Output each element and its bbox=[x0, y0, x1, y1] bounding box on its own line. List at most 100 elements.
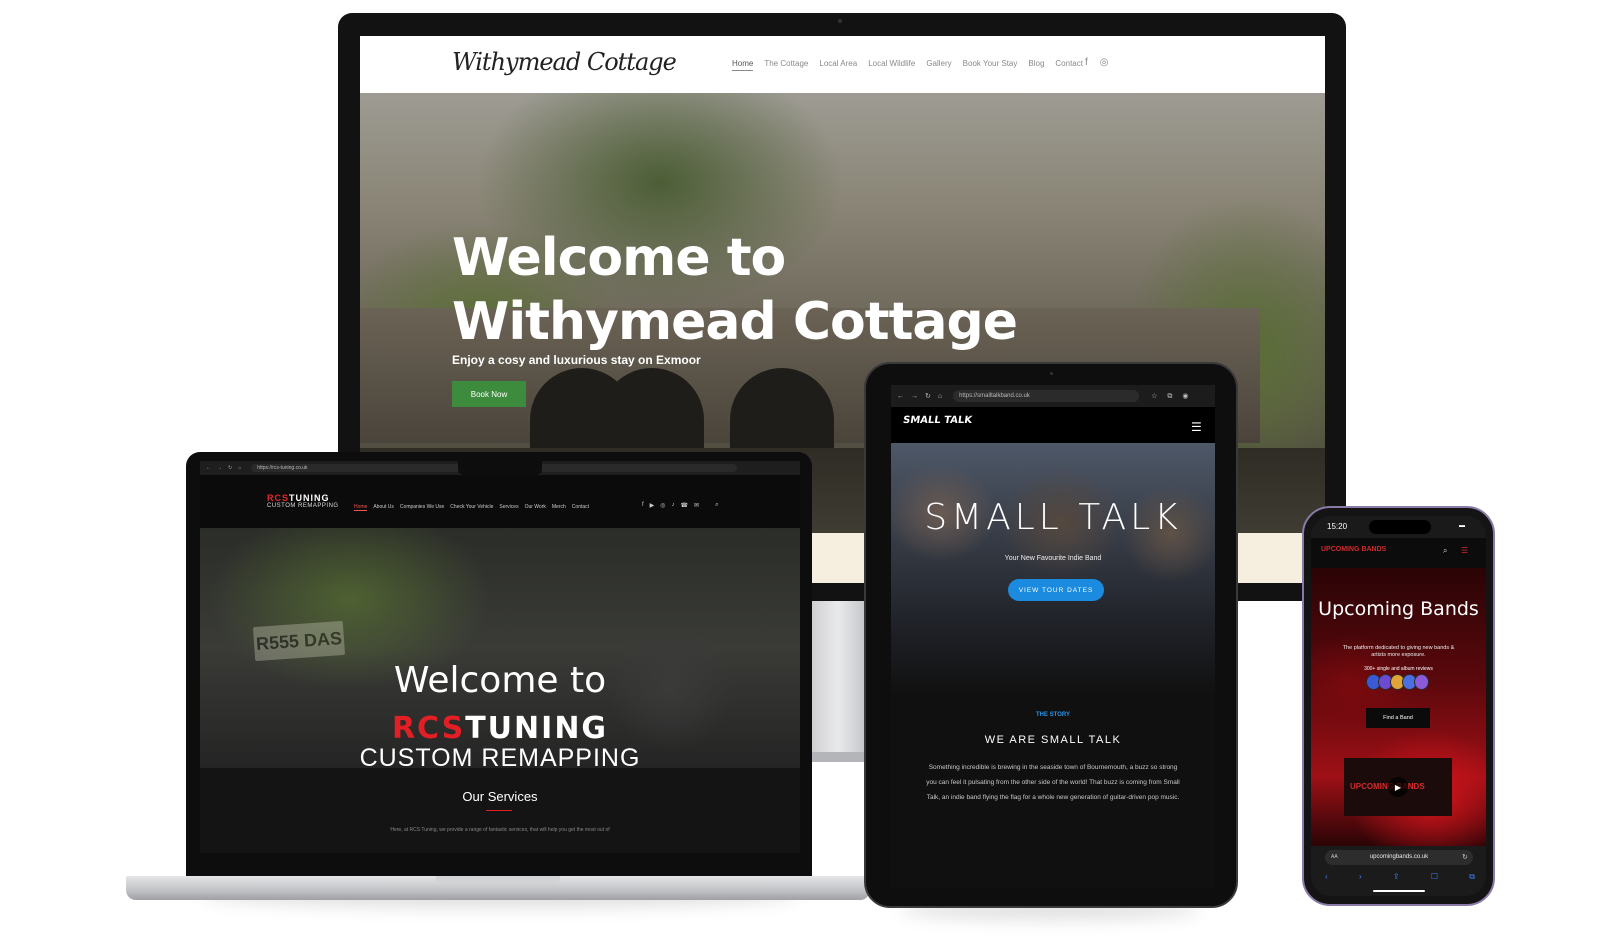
safari-nav-bar: ‹ › ⇪ ☐ ⧉ bbox=[1325, 872, 1475, 882]
site-logo[interactable]: SMALL TALK bbox=[902, 415, 973, 426]
tablet-screen: ←→↻⌂ https://smalltalkband.co.uk ☆⧉◉ SMA… bbox=[891, 385, 1215, 889]
hero-title: Welcome to Withymead Cottage bbox=[452, 228, 1018, 352]
story-heading: WE ARE SMALL TALK bbox=[984, 734, 1122, 746]
search-icon[interactable]: ⌕ bbox=[1443, 546, 1447, 556]
hamburger-menu-icon[interactable]: ☰ bbox=[1191, 420, 1202, 434]
hamburger-menu-icon[interactable]: ☰ bbox=[1461, 546, 1468, 555]
site-header: SMALL TALK ☰ bbox=[891, 407, 1215, 443]
home-indicator bbox=[1373, 890, 1425, 892]
laptop-notch bbox=[458, 461, 542, 475]
nav-about-us[interactable]: About Us bbox=[373, 504, 394, 511]
browser-toolbar: ←→↻⌂ https://smalltalkband.co.uk ☆⧉◉ bbox=[891, 385, 1215, 407]
monitor-stand-base bbox=[812, 752, 864, 762]
phone: 15:20 ▬ UPCOMING BANDS ⌕ ☰ Upcoming Band… bbox=[1302, 506, 1495, 906]
nav-the-cottage[interactable]: The Cottage bbox=[764, 59, 808, 71]
site-header: Withymead Cottage Home The Cottage Local… bbox=[360, 36, 1325, 93]
camera bbox=[1050, 372, 1053, 375]
nav-blog[interactable]: Blog bbox=[1028, 59, 1044, 71]
monitor-stand bbox=[812, 600, 864, 755]
hero-section: R555 DAS Welcome to RCSTUNING CUSTOM REM… bbox=[200, 528, 800, 772]
logo-subtitle: CUSTOM REMAPPING bbox=[267, 503, 339, 509]
nav-check-your-vehicle[interactable]: Check Your Vehicle bbox=[450, 504, 493, 511]
number-plate: R555 DAS bbox=[252, 620, 346, 662]
browser-nav-icons[interactable]: ←→↻⌂ bbox=[897, 392, 949, 400]
hero-brand: RCSTUNING bbox=[200, 714, 800, 744]
hero-title: Upcoming Bands bbox=[1318, 598, 1479, 620]
phone-screen: 15:20 ▬ UPCOMING BANDS ⌕ ☰ Upcoming Band… bbox=[1311, 516, 1486, 896]
reload-icon[interactable]: ↻ bbox=[1462, 853, 1468, 861]
site-logo[interactable]: Withymead Cottage bbox=[452, 48, 677, 76]
hero-subtitle: Enjoy a cosy and luxurious stay on Exmoo… bbox=[452, 353, 701, 367]
site-header: RCSTUNING CUSTOM REMAPPING Home About Us… bbox=[200, 475, 800, 528]
safari-toolbar: upcomingbands.co.uk AA ↻ ‹ › ⇪ ☐ ⧉ bbox=[1311, 846, 1486, 896]
hero-brand-rcs: RCS bbox=[391, 711, 466, 746]
nav-contact[interactable]: Contact bbox=[572, 504, 589, 511]
address-bar[interactable]: upcomingbands.co.uk bbox=[1325, 850, 1473, 865]
bookmarks-icon[interactable]: ☐ bbox=[1431, 872, 1438, 882]
nav-gallery[interactable]: Gallery bbox=[926, 59, 951, 71]
status-time: 15:20 bbox=[1327, 522, 1348, 531]
view-tour-dates-button[interactable]: VIEW TOUR DATES bbox=[1008, 579, 1104, 601]
nav-home[interactable]: Home bbox=[354, 504, 368, 511]
laptop-screen: ←→↻⌂ https://rcs-tuning.co.uk RCSTUNING … bbox=[200, 461, 800, 853]
back-icon[interactable]: ‹ bbox=[1325, 872, 1328, 882]
facebook-icon[interactable]: f bbox=[642, 502, 644, 509]
share-icon[interactable]: ⇪ bbox=[1393, 872, 1400, 882]
story-tag: THE STORY bbox=[1035, 712, 1070, 718]
address-bar[interactable]: https://smalltalkband.co.uk bbox=[953, 390, 1140, 402]
services-text: Here, at RCS Tuning, we provide a range … bbox=[390, 827, 610, 833]
play-icon[interactable]: ▶ bbox=[1388, 777, 1408, 797]
laptop: ←→↻⌂ https://rcs-tuning.co.uk RCSTUNING … bbox=[186, 452, 812, 876]
tablet: ←→↻⌂ https://smalltalkband.co.uk ☆⧉◉ SMA… bbox=[864, 362, 1238, 908]
facebook-icon[interactable]: f bbox=[1085, 57, 1088, 68]
main-nav: Home About Us Companies We Use Check You… bbox=[354, 504, 589, 511]
nav-merch[interactable]: Merch bbox=[552, 504, 566, 511]
hero-subtitle: The platform dedicated to giving new ban… bbox=[1342, 645, 1455, 658]
reader-settings-button[interactable]: AA bbox=[1331, 854, 1338, 860]
phone-icon[interactable]: ☎ bbox=[681, 502, 688, 509]
laptop-lip bbox=[436, 876, 560, 884]
nav-local-wildlife[interactable]: Local Wildlife bbox=[868, 59, 915, 71]
camera bbox=[838, 19, 842, 23]
email-icon[interactable]: ✉ bbox=[694, 502, 699, 509]
band-avatars bbox=[1366, 674, 1429, 690]
social-links: f ◎ bbox=[1085, 57, 1109, 68]
nav-home[interactable]: Home bbox=[732, 59, 754, 71]
site-header: UPCOMING BANDS ⌕ ☰ bbox=[1311, 538, 1486, 568]
search-icon[interactable]: ⌕ bbox=[715, 502, 718, 509]
hero-subtitle: Your New Favourite Indie Band bbox=[1004, 555, 1102, 562]
hero-brand-tuning: TUNING bbox=[465, 711, 609, 746]
nav-local-area[interactable]: Local Area bbox=[819, 59, 857, 71]
status-bar: 15:20 ▬ bbox=[1311, 516, 1486, 538]
browser-nav-icons[interactable]: ←→↻⌂ bbox=[206, 465, 247, 471]
book-now-button[interactable]: Book Now bbox=[452, 381, 526, 407]
nav-companies-we-use[interactable]: Companies We Use bbox=[400, 504, 444, 511]
hero-section: Upcoming Bands The platform dedicated to… bbox=[1311, 568, 1486, 846]
browser-action-icons[interactable]: ☆⧉◉ bbox=[1151, 392, 1198, 401]
hero-welcome: Welcome to bbox=[393, 660, 607, 701]
story-text: Something incredible is brewing in the s… bbox=[926, 764, 1180, 801]
find-a-band-button[interactable]: Find a Band bbox=[1366, 708, 1430, 728]
nav-contact[interactable]: Contact bbox=[1055, 59, 1083, 71]
forward-icon[interactable]: › bbox=[1359, 872, 1362, 882]
instagram-icon[interactable]: ◎ bbox=[660, 502, 665, 509]
hero-title: SMALL TALK bbox=[924, 497, 1182, 538]
social-links: f ▶ ◎ ♪ ☎ ✉ ⌕ bbox=[642, 502, 718, 509]
tiktok-icon[interactable]: ♪ bbox=[672, 502, 675, 509]
hero-section: SMALL TALK Your New Favourite Indie Band… bbox=[891, 443, 1215, 693]
video-thumbnail[interactable]: UPCOMING BANDS ▶ bbox=[1344, 758, 1452, 816]
services-section: Our Services Here, at RCS Tuning, we pro… bbox=[200, 768, 800, 853]
avatar bbox=[1414, 674, 1429, 690]
site-logo[interactable]: UPCOMING BANDS bbox=[1321, 546, 1386, 554]
instagram-icon[interactable]: ◎ bbox=[1100, 57, 1109, 68]
tabs-icon[interactable]: ⧉ bbox=[1469, 872, 1475, 882]
laptop-base bbox=[126, 876, 870, 900]
nav-our-work[interactable]: Our Work bbox=[525, 504, 546, 511]
youtube-icon[interactable]: ▶ bbox=[650, 502, 655, 509]
battery-icon: ▬ bbox=[1459, 523, 1465, 529]
services-title: Our Services bbox=[462, 789, 538, 804]
nav-services[interactable]: Services bbox=[499, 504, 518, 511]
site-logo[interactable]: RCSTUNING CUSTOM REMAPPING bbox=[267, 494, 339, 510]
main-nav: Home The Cottage Local Area Local Wildli… bbox=[732, 59, 1083, 71]
nav-book-your-stay[interactable]: Book Your Stay bbox=[963, 59, 1018, 71]
